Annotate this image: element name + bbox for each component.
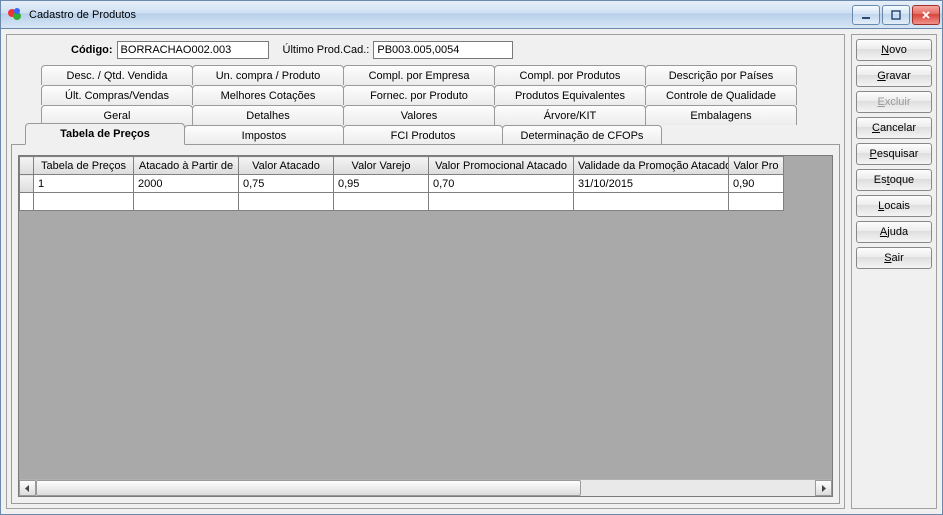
sair-hotkey: S	[884, 252, 891, 264]
tab-valores[interactable]: Valores	[343, 105, 495, 125]
sair-button[interactable]: Sair	[856, 247, 932, 269]
cell[interactable]: 0,75	[239, 175, 334, 193]
tab-controle-de-qualidade[interactable]: Controle de Qualidade	[645, 85, 797, 105]
tab-fornec-por-produto[interactable]: Fornec. por Produto	[343, 85, 495, 105]
ajuda-button[interactable]: Ajuda	[856, 221, 932, 243]
minimize-button[interactable]	[852, 5, 880, 25]
grid-viewport[interactable]: Tabela de Preços Atacado à Partir de Val…	[19, 156, 832, 479]
row-selector[interactable]	[20, 175, 34, 193]
tab-desc-qtd-vendida[interactable]: Desc. / Qtd. Vendida	[41, 65, 193, 85]
client-area: Código: Último Prod.Cad.: Desc. / Qtd. V…	[1, 29, 942, 514]
main-panel: Código: Último Prod.Cad.: Desc. / Qtd. V…	[6, 34, 845, 509]
cell[interactable]: 0,90	[729, 175, 784, 193]
col-tabela-precos[interactable]: Tabela de Preços	[34, 157, 134, 175]
col-validade-promo[interactable]: Validade da Promoção Atacado	[574, 157, 729, 175]
tab-detalhes[interactable]: Detalhes	[192, 105, 344, 125]
maximize-button[interactable]	[882, 5, 910, 25]
scroll-thumb[interactable]	[36, 480, 581, 496]
header-fields: Código: Último Prod.Cad.:	[11, 39, 840, 65]
app-window: Cadastro de Produtos Código: Último Prod…	[0, 0, 943, 515]
tab-tabela-de-precos[interactable]: Tabela de Preços	[25, 123, 185, 145]
tab-row-3: Geral Detalhes Valores Árvore/KIT Embala…	[11, 105, 840, 125]
cell[interactable]	[34, 193, 134, 211]
col-valor-atacado[interactable]: Valor Atacado	[239, 157, 334, 175]
tab-impostos[interactable]: Impostos	[184, 125, 344, 145]
cell[interactable]: 0,95	[334, 175, 429, 193]
estoque-button[interactable]: Estoque	[856, 169, 932, 191]
cell[interactable]: 1	[34, 175, 134, 193]
tab-produtos-equivalentes[interactable]: Produtos Equivalentes	[494, 85, 646, 105]
excluir-button[interactable]: Excluir	[856, 91, 932, 113]
tab-row-2: Últ. Compras/Vendas Melhores Cotações Fo…	[11, 85, 840, 105]
col-valor-varejo[interactable]: Valor Varejo	[334, 157, 429, 175]
codigo-input[interactable]	[117, 41, 269, 59]
gravar-button[interactable]: Gravar	[856, 65, 932, 87]
titlebar: Cadastro de Produtos	[1, 1, 942, 29]
action-sidebar: Novo Gravar Excluir Cancelar Pesquisar E…	[851, 34, 937, 509]
horizontal-scrollbar[interactable]	[19, 479, 832, 496]
col-valor-promo-atacado[interactable]: Valor Promocional Atacado	[429, 157, 574, 175]
pesquisar-hotkey: P	[870, 148, 877, 160]
tabs-container: Desc. / Qtd. Vendida Un. compra / Produt…	[11, 65, 840, 504]
tab-row-4: Tabela de Preços Impostos FCI Produtos D…	[11, 125, 840, 145]
tab-descricao-por-paises[interactable]: Descrição por Países	[645, 65, 797, 85]
cell[interactable]: 0,70	[429, 175, 574, 193]
cell[interactable]	[134, 193, 239, 211]
tab-row-1: Desc. / Qtd. Vendida Un. compra / Produt…	[11, 65, 840, 85]
tab-compl-por-empresa[interactable]: Compl. por Empresa	[343, 65, 495, 85]
table-row[interactable]: 1 2000 0,75 0,95 0,70 31/10/2015 0,90	[20, 175, 784, 193]
window-title: Cadastro de Produtos	[29, 9, 846, 21]
tab-un-compra-produto[interactable]: Un. compra / Produto	[192, 65, 344, 85]
cell[interactable]	[574, 193, 729, 211]
cell[interactable]	[239, 193, 334, 211]
col-valor-pro[interactable]: Valor Pro	[729, 157, 784, 175]
cancelar-button[interactable]: Cancelar	[856, 117, 932, 139]
cell[interactable]: 31/10/2015	[574, 175, 729, 193]
cell[interactable]	[334, 193, 429, 211]
window-controls	[852, 5, 940, 25]
tab-determinacao-cfops[interactable]: Determinação de CFOPs	[502, 125, 662, 145]
tab-embalagens[interactable]: Embalagens	[645, 105, 797, 125]
col-atacado-a-partir[interactable]: Atacado à Partir de	[134, 157, 239, 175]
tab-body: Tabela de Preços Atacado à Partir de Val…	[11, 144, 840, 504]
grid-header-row: Tabela de Preços Atacado à Partir de Val…	[20, 157, 784, 175]
ultimo-prod-input[interactable]	[373, 41, 513, 59]
tab-arvore-kit[interactable]: Árvore/KIT	[494, 105, 646, 125]
ultimo-prod-label: Último Prod.Cad.:	[283, 44, 370, 56]
locais-button[interactable]: Locais	[856, 195, 932, 217]
cell[interactable]: 2000	[134, 175, 239, 193]
scroll-left-button[interactable]	[19, 480, 36, 496]
tab-melhores-cotacoes[interactable]: Melhores Cotações	[192, 85, 344, 105]
tab-geral[interactable]: Geral	[41, 105, 193, 125]
tab-compl-por-produtos[interactable]: Compl. por Produtos	[494, 65, 646, 85]
row-selector[interactable]	[20, 193, 34, 211]
novo-hotkey: N	[881, 44, 889, 56]
excluir-hotkey: E	[877, 96, 884, 108]
grid-corner	[20, 157, 34, 175]
cancelar-hotkey: C	[872, 122, 880, 134]
novo-button[interactable]: Novo	[856, 39, 932, 61]
pesquisar-button[interactable]: Pesquisar	[856, 143, 932, 165]
price-grid: Tabela de Preços Atacado à Partir de Val…	[18, 155, 833, 497]
tab-ult-compras-vendas[interactable]: Últ. Compras/Vendas	[41, 85, 193, 105]
close-button[interactable]	[912, 5, 940, 25]
gravar-hotkey: G	[877, 70, 886, 82]
scroll-track[interactable]	[36, 480, 815, 496]
cell[interactable]	[429, 193, 574, 211]
tab-fci-produtos[interactable]: FCI Produtos	[343, 125, 503, 145]
codigo-label: Código:	[71, 44, 113, 56]
table-row[interactable]	[20, 193, 784, 211]
cell[interactable]	[729, 193, 784, 211]
app-icon	[7, 7, 23, 23]
scroll-right-button[interactable]	[815, 480, 832, 496]
